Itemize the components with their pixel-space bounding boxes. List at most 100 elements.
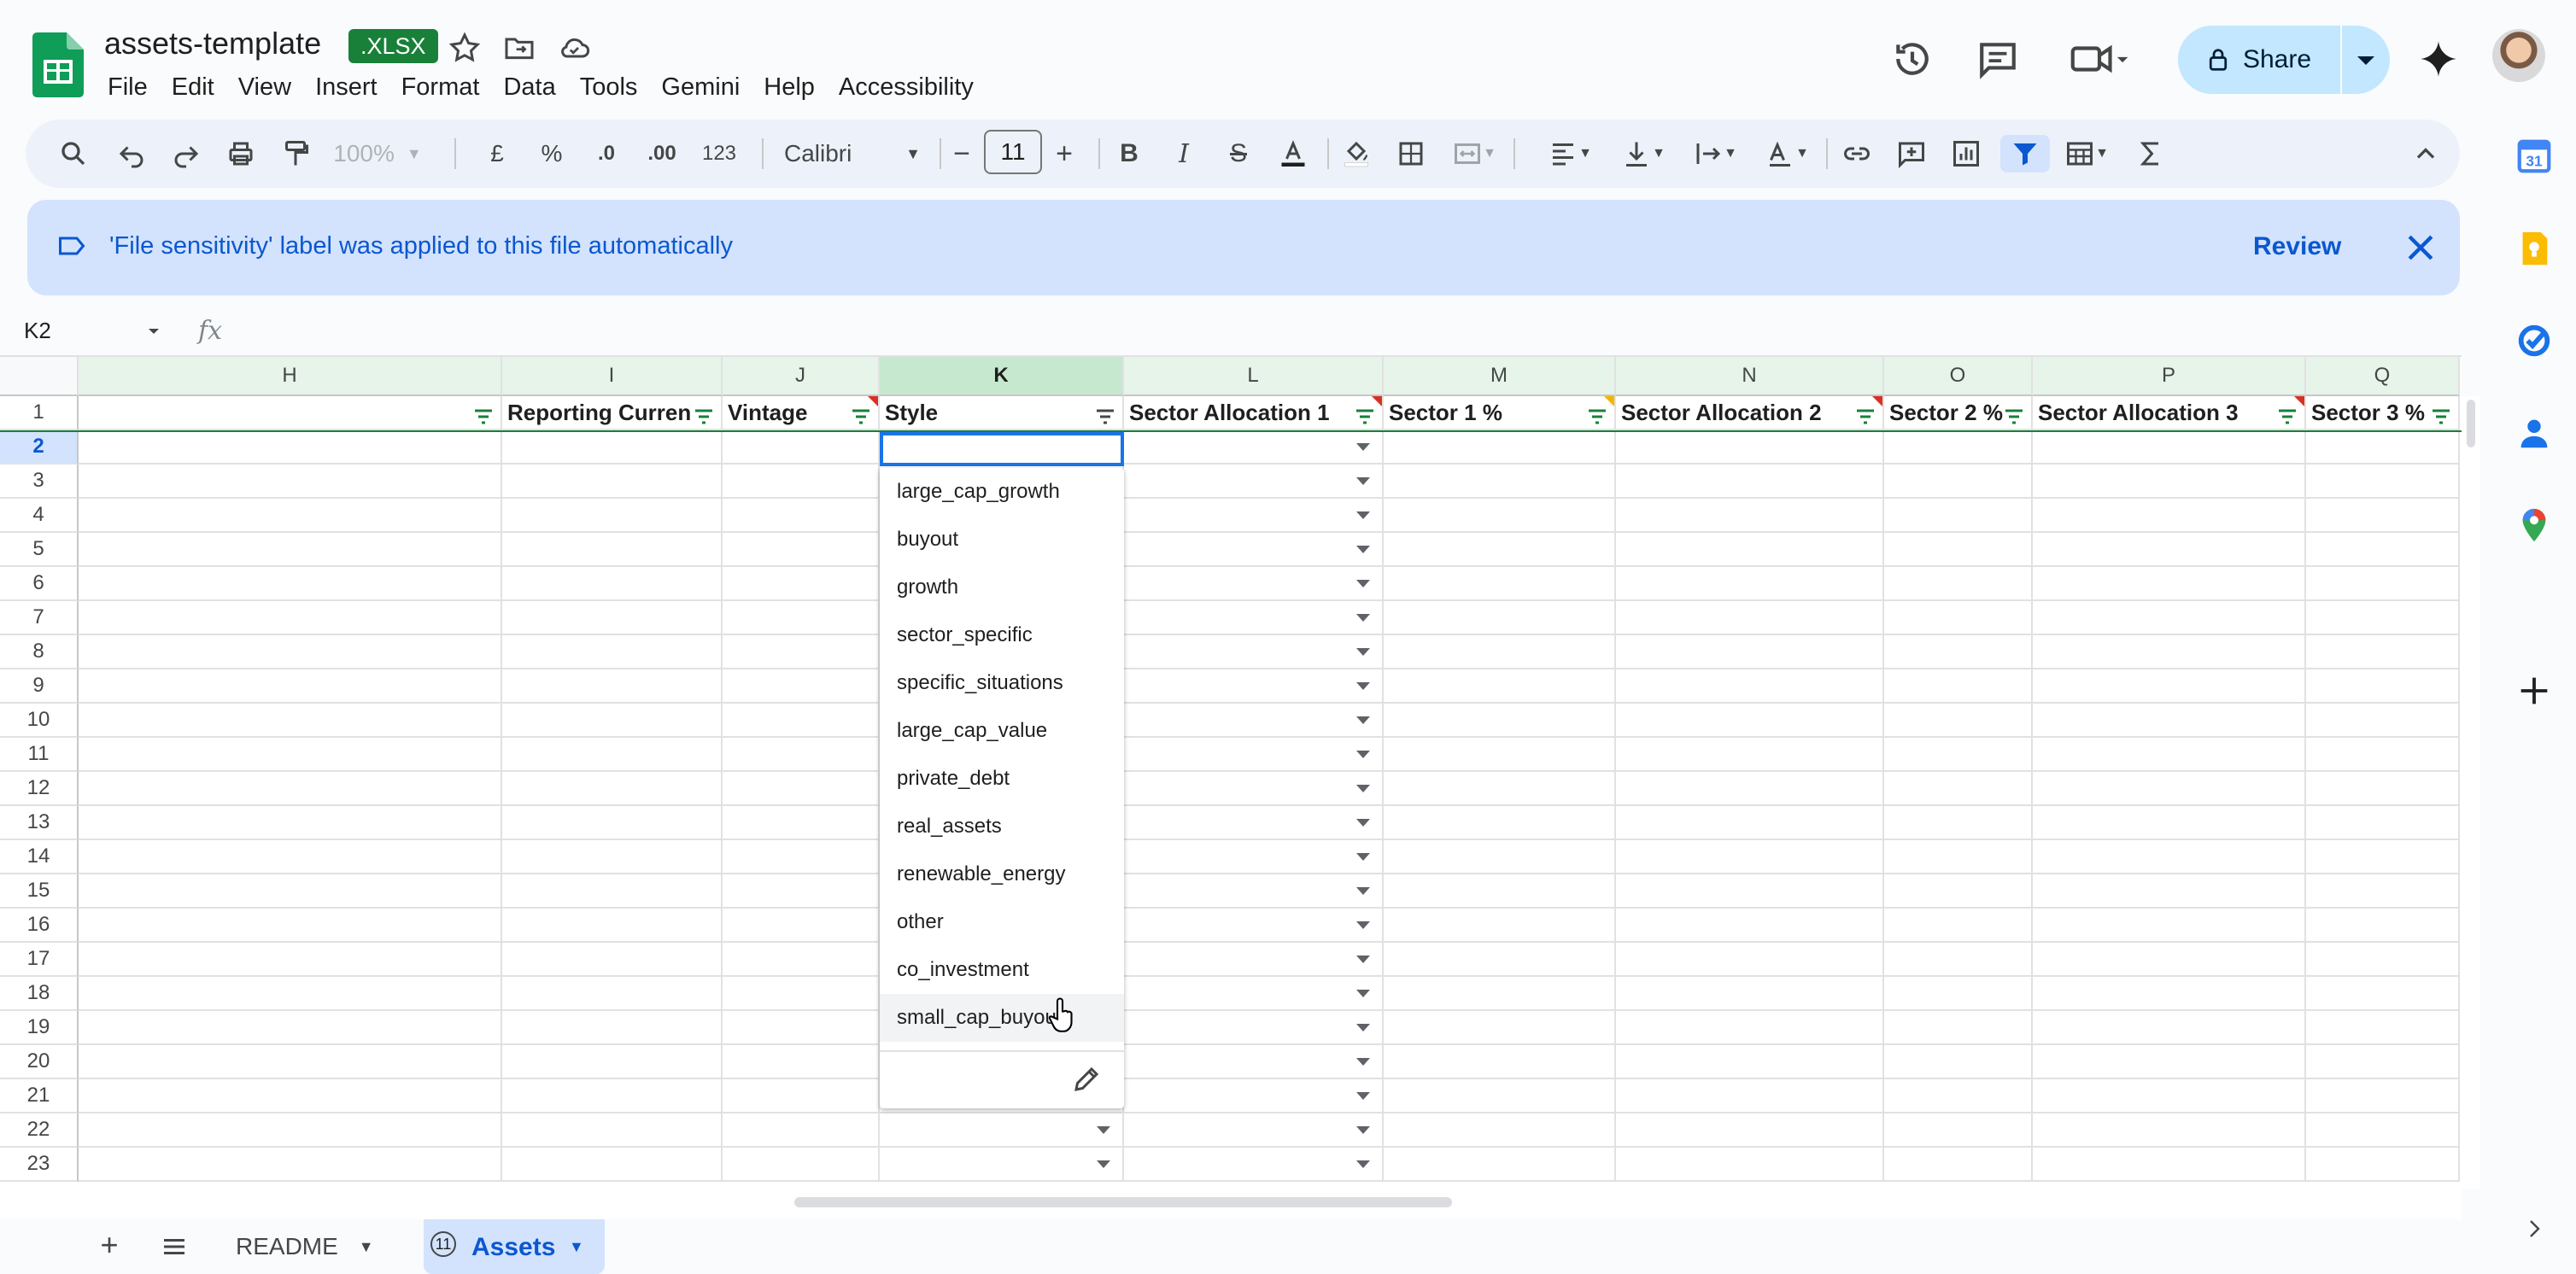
- table-cell[interactable]: [1884, 499, 2033, 533]
- share-dropdown-icon[interactable]: [2342, 26, 2390, 94]
- header-cell-n1[interactable]: Sector Allocation 2: [1616, 396, 1884, 430]
- close-icon[interactable]: [2402, 229, 2439, 266]
- header-cell-q1[interactable]: Sector 3 %: [2306, 396, 2460, 430]
- table-cell[interactable]: [1124, 533, 1384, 567]
- table-cell[interactable]: [1384, 943, 1616, 977]
- table-cell[interactable]: [1884, 772, 2033, 806]
- table-cell[interactable]: [1616, 601, 1884, 635]
- table-cell[interactable]: [2306, 1045, 2460, 1079]
- menu-accessibility[interactable]: Accessibility: [827, 70, 986, 104]
- horizontal-scrollbar[interactable]: [79, 1192, 2462, 1213]
- print-icon[interactable]: [222, 135, 260, 172]
- table-cell[interactable]: [1884, 635, 2033, 669]
- table-cell[interactable]: [1124, 909, 1384, 943]
- menu-tools[interactable]: Tools: [568, 70, 650, 104]
- table-cell[interactable]: [1384, 874, 1616, 909]
- table-cell[interactable]: [1124, 704, 1384, 738]
- table-cell[interactable]: [723, 1079, 880, 1113]
- link-icon[interactable]: [1838, 135, 1876, 172]
- table-cell[interactable]: [1384, 1148, 1616, 1182]
- table-cell[interactable]: [2033, 874, 2306, 909]
- table-cell[interactable]: [723, 1011, 880, 1045]
- column-header-h[interactable]: H: [79, 357, 502, 396]
- row-header[interactable]: 1: [0, 396, 79, 430]
- table-cell[interactable]: [1384, 909, 1616, 943]
- comment-icon[interactable]: [1976, 38, 2019, 80]
- share-button[interactable]: Share: [2178, 26, 2339, 94]
- chevron-down-icon[interactable]: [1356, 1092, 1370, 1100]
- table-cell[interactable]: [2033, 1079, 2306, 1113]
- row-header[interactable]: 2: [0, 430, 79, 465]
- row-header[interactable]: 18: [0, 977, 79, 1011]
- table-cell[interactable]: [1384, 601, 1616, 635]
- chevron-right-icon[interactable]: [2525, 1216, 2545, 1242]
- history-icon[interactable]: [1891, 38, 1934, 80]
- bold-icon[interactable]: B: [1110, 135, 1148, 172]
- header-cell-m1[interactable]: Sector 1 %: [1384, 396, 1616, 430]
- chevron-down-icon[interactable]: [1356, 648, 1370, 656]
- chevron-down-icon[interactable]: [1356, 614, 1370, 622]
- undo-icon[interactable]: [113, 135, 150, 172]
- table-cell[interactable]: [2306, 601, 2460, 635]
- chevron-down-icon[interactable]: [1356, 785, 1370, 792]
- table-cell[interactable]: [2306, 738, 2460, 772]
- table-cell[interactable]: [2306, 704, 2460, 738]
- row-header[interactable]: 19: [0, 1011, 79, 1045]
- table-cell[interactable]: [1616, 1079, 1884, 1113]
- table-cell[interactable]: [502, 567, 723, 601]
- chevron-down-icon[interactable]: [1356, 1160, 1370, 1168]
- dropdown-option-hovered[interactable]: small_cap_buyout: [880, 994, 1124, 1042]
- table-cell[interactable]: [723, 874, 880, 909]
- keep-icon[interactable]: [2515, 229, 2554, 268]
- chevron-down-icon[interactable]: [1356, 921, 1370, 929]
- table-cell[interactable]: [1616, 669, 1884, 704]
- valign-icon[interactable]: ▼: [1616, 135, 1671, 172]
- dropdown-option[interactable]: specific_situations: [880, 659, 1124, 707]
- table-cell[interactable]: [1884, 806, 2033, 840]
- table-cell[interactable]: [2033, 909, 2306, 943]
- table-cell[interactable]: [723, 909, 880, 943]
- table-cell[interactable]: [1884, 465, 2033, 499]
- table-cell[interactable]: [79, 840, 502, 874]
- table-cell[interactable]: [1124, 738, 1384, 772]
- table-cell[interactable]: [1616, 704, 1884, 738]
- add-sheet-icon[interactable]: +: [92, 1228, 126, 1262]
- chevron-down-icon[interactable]: [1356, 1024, 1370, 1031]
- row-header[interactable]: 5: [0, 533, 79, 567]
- table-cell[interactable]: [723, 704, 880, 738]
- table-cell[interactable]: [502, 601, 723, 635]
- column-header-p[interactable]: P: [2033, 357, 2306, 396]
- table-cell[interactable]: [1616, 1011, 1884, 1045]
- table-cell[interactable]: [79, 1113, 502, 1148]
- table-cell[interactable]: [1884, 943, 2033, 977]
- table-cell[interactable]: [502, 943, 723, 977]
- table-cell[interactable]: [79, 669, 502, 704]
- table-cell[interactable]: [1384, 499, 1616, 533]
- row-header[interactable]: 21: [0, 1079, 79, 1113]
- table-cell[interactable]: [1384, 465, 1616, 499]
- menu-view[interactable]: View: [226, 70, 303, 104]
- merge-icon[interactable]: ▼: [1447, 135, 1502, 172]
- table-cell[interactable]: [2033, 772, 2306, 806]
- header-cell-i1[interactable]: Reporting Curren: [502, 396, 723, 430]
- dropdown-option[interactable]: other: [880, 898, 1124, 946]
- font-size-increase-icon[interactable]: +: [1047, 135, 1081, 172]
- rotate-icon[interactable]: ▼: [1759, 135, 1814, 172]
- header-cell-k1[interactable]: Style: [880, 396, 1124, 430]
- font-select[interactable]: Calibri ▼: [776, 135, 929, 172]
- table-cell[interactable]: [723, 601, 880, 635]
- avatar[interactable]: [2492, 29, 2545, 82]
- table-cell[interactable]: [502, 499, 723, 533]
- table-cell[interactable]: [723, 533, 880, 567]
- chevron-down-icon[interactable]: [1356, 443, 1370, 451]
- search-icon[interactable]: [55, 135, 92, 172]
- table-cell[interactable]: [1384, 669, 1616, 704]
- table-cell[interactable]: [1884, 704, 2033, 738]
- table-cell[interactable]: [2306, 465, 2460, 499]
- table-cell[interactable]: [1384, 738, 1616, 772]
- table-cell[interactable]: [1384, 567, 1616, 601]
- table-cell[interactable]: [502, 533, 723, 567]
- table-cell[interactable]: [723, 738, 880, 772]
- chevron-down-icon[interactable]: [1356, 1126, 1370, 1134]
- table-cell[interactable]: [1384, 977, 1616, 1011]
